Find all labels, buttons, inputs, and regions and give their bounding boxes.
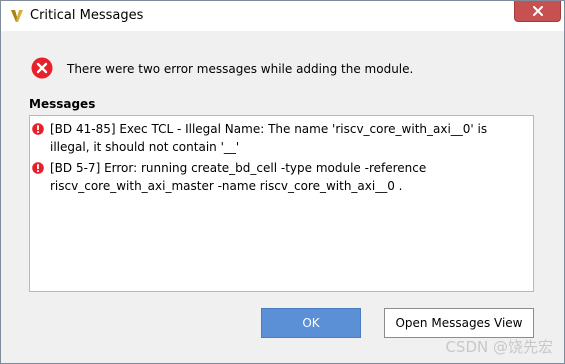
summary-row: There were two error messages while addi… <box>31 57 531 81</box>
error-bullet-icon <box>32 162 44 174</box>
ok-button[interactable]: OK <box>261 308 361 338</box>
open-messages-view-button[interactable]: Open Messages View <box>384 308 534 338</box>
messages-list[interactable]: [BD 41-85] Exec TCL - Illegal Name: The … <box>29 115 534 292</box>
window-title: Critical Messages <box>30 8 144 23</box>
close-icon <box>532 6 543 16</box>
message-text: [BD 5-7] Error: running create_bd_cell -… <box>50 161 427 193</box>
title-bar[interactable]: Critical Messages <box>1 1 564 31</box>
message-text: [BD 41-85] Exec TCL - Illegal Name: The … <box>50 122 488 154</box>
summary-text: There were two error messages while addi… <box>67 62 414 76</box>
messages-label: Messages <box>29 97 96 111</box>
watermark: CSDN @饶先宏 <box>445 338 553 356</box>
error-bullet-icon <box>32 123 44 135</box>
error-icon <box>31 57 53 79</box>
vivado-logo-icon <box>11 10 23 22</box>
critical-messages-dialog: Critical Messages There were two error m… <box>0 0 565 364</box>
close-button[interactable] <box>514 1 561 22</box>
